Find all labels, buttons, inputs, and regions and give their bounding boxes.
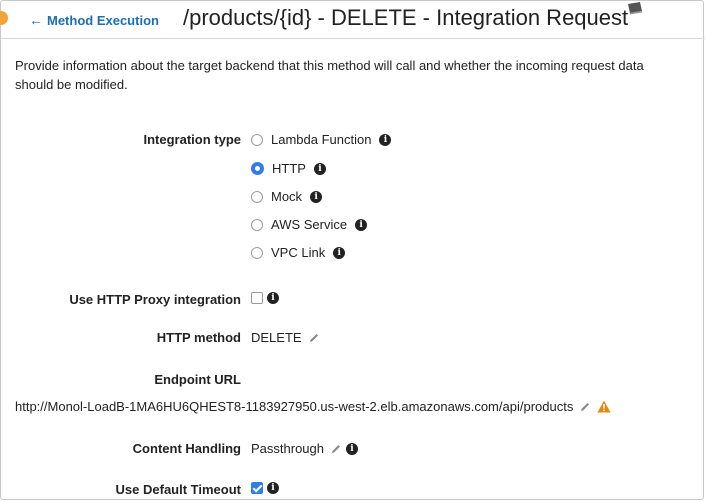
- radio-aws-service[interactable]: AWS Service i: [251, 217, 368, 232]
- http-proxy-label: Use HTTP Proxy integration: [69, 292, 241, 307]
- integration-type-label: Integration type: [143, 132, 241, 147]
- radio-http[interactable]: HTTP i: [251, 161, 326, 176]
- info-icon[interactable]: i: [346, 442, 358, 455]
- content-handling-value: Passthrough: [251, 441, 324, 456]
- intro-text: Provide information about the target bac…: [15, 58, 644, 92]
- http-proxy-control: i: [251, 292, 279, 304]
- default-timeout-control: i: [251, 482, 279, 494]
- content-handling-label: Content Handling: [132, 441, 241, 456]
- page-title: /products/{id} - DELETE - Integration Re…: [183, 5, 629, 30]
- pencil-icon[interactable]: [330, 443, 342, 455]
- radio-button[interactable]: [251, 133, 263, 146]
- radio-label: VPC Link: [271, 245, 326, 260]
- info-icon[interactable]: i: [267, 292, 279, 304]
- http-proxy-checkbox[interactable]: [251, 292, 263, 304]
- endpoint-url-row: http://Monol-LoadB-1MA6HU6QHEST8-1183927…: [15, 399, 611, 414]
- endpoint-url-label: Endpoint URL: [154, 372, 241, 387]
- info-icon[interactable]: i: [310, 190, 323, 203]
- book-icon[interactable]: [626, 2, 644, 15]
- radio-label: Lambda Function: [271, 132, 372, 147]
- integration-request-panel: ← Method Execution /products/{id} - DELE…: [0, 0, 705, 500]
- info-icon[interactable]: i: [313, 162, 326, 175]
- radio-button-selected[interactable]: [251, 162, 264, 175]
- panel-header: ← Method Execution /products/{id} - DELE…: [1, 1, 705, 39]
- default-timeout-checkbox[interactable]: [251, 482, 263, 494]
- radio-button[interactable]: [251, 218, 263, 231]
- content-handling-value-row: Passthrough i: [251, 441, 358, 456]
- radio-lambda-function[interactable]: Lambda Function i: [251, 132, 392, 147]
- info-icon[interactable]: i: [267, 482, 279, 494]
- radio-label: Mock: [271, 189, 303, 204]
- radio-mock[interactable]: Mock i: [251, 189, 323, 204]
- info-icon[interactable]: i: [355, 218, 368, 231]
- endpoint-url-value: http://Monol-LoadB-1MA6HU6QHEST8-1183927…: [15, 399, 574, 414]
- method-execution-link[interactable]: ← Method Execution: [29, 12, 159, 28]
- default-timeout-label: Use Default Timeout: [115, 482, 241, 497]
- http-method-value: DELETE: [251, 330, 302, 345]
- radio-button[interactable]: [251, 190, 263, 203]
- radio-vpc-link[interactable]: VPC Link i: [251, 245, 346, 260]
- pencil-icon[interactable]: [579, 401, 591, 413]
- http-method-value-row: DELETE: [251, 330, 320, 345]
- back-link-label: Method Execution: [47, 12, 159, 28]
- http-method-label: HTTP method: [156, 330, 241, 345]
- arrow-left-icon: ←: [29, 12, 43, 28]
- radio-label: AWS Service: [271, 217, 348, 232]
- warning-icon[interactable]: [597, 400, 611, 413]
- radio-label: HTTP: [272, 161, 306, 176]
- info-icon[interactable]: i: [333, 246, 346, 259]
- info-icon[interactable]: i: [379, 133, 392, 146]
- radio-button[interactable]: [251, 246, 263, 259]
- pencil-icon[interactable]: [308, 332, 320, 344]
